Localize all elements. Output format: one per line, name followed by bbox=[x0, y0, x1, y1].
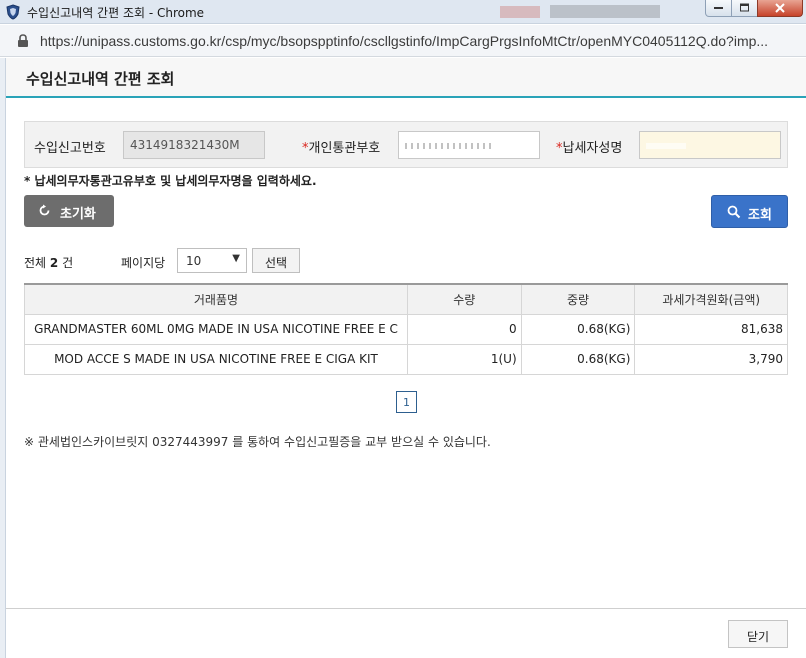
declaration-no-label: 수입신고번호 bbox=[34, 141, 106, 156]
popup-header: 수입신고내역 간편 조회 bbox=[6, 58, 806, 98]
cell-item-name: GRANDMASTER 60ML 0MG MADE IN USA NICOTIN… bbox=[24, 313, 408, 345]
reset-button-label: 초기화 bbox=[60, 207, 96, 222]
window-left-edge bbox=[0, 58, 6, 658]
cell-quantity: 0 bbox=[406, 313, 522, 345]
bottom-bar: 닫기 bbox=[6, 608, 806, 658]
url-text[interactable]: https://unipass.customs.go.kr/csp/myc/bs… bbox=[40, 33, 768, 49]
taxpayer-name-input[interactable] bbox=[639, 131, 781, 159]
search-button[interactable]: 조회 bbox=[711, 195, 788, 228]
footer-note: ※ 관세법인스카이브릿지 0327443997 를 통하여 수입신고필증을 교부… bbox=[24, 435, 491, 449]
search-button-label: 조회 bbox=[748, 208, 772, 223]
cell-item-name: MOD ACCE S MADE IN USA NICOTINE FREE E C… bbox=[24, 343, 408, 375]
apply-per-page-button[interactable]: 선택 bbox=[252, 248, 300, 273]
refresh-icon bbox=[39, 204, 50, 216]
column-header-weight: 중량 bbox=[520, 283, 636, 315]
cell-price: 81,638 bbox=[634, 313, 788, 345]
per-page-select[interactable]: 10 ▼ bbox=[177, 248, 247, 273]
cell-weight: 0.68(KG) bbox=[520, 313, 636, 345]
window-titlebar: 수입신고내역 간편 조회 - Chrome bbox=[0, 0, 806, 24]
per-page-value: 10 bbox=[186, 254, 202, 268]
maximize-button[interactable] bbox=[731, 0, 758, 17]
column-header-qty: 수량 bbox=[406, 283, 522, 315]
results-table: 거래품명 수량 중량 과세가격원화(금액) GRANDMASTER 60ML 0… bbox=[24, 283, 788, 375]
cell-weight: 0.68(KG) bbox=[520, 343, 636, 375]
chevron-down-icon: ▼ bbox=[232, 253, 240, 264]
window-title: 수입신고내역 간편 조회 - Chrome bbox=[27, 6, 205, 20]
customs-code-label: *개인통관부호 bbox=[302, 141, 381, 156]
lock-icon bbox=[17, 34, 29, 51]
background-watermark bbox=[490, 0, 690, 24]
close-window-button[interactable] bbox=[757, 0, 803, 17]
cell-quantity: 1(U) bbox=[406, 343, 522, 375]
page-title: 수입신고내역 간편 조회 bbox=[26, 70, 175, 88]
customs-code-input[interactable] bbox=[398, 131, 540, 159]
page-number-1[interactable]: 1 bbox=[396, 391, 417, 413]
total-number: 2 bbox=[49, 256, 59, 270]
search-panel: 수입신고번호 4314918321430M *개인통관부호 *납세자성명 bbox=[24, 121, 788, 168]
taxpayer-name-label: *납세자성명 bbox=[556, 141, 623, 156]
cell-price: 3,790 bbox=[634, 343, 788, 375]
table-row: GRANDMASTER 60ML 0MG MADE IN USA NICOTIN… bbox=[24, 313, 788, 345]
column-header-price: 과세가격원화(금액) bbox=[634, 283, 788, 315]
reset-button[interactable]: 초기화 bbox=[24, 195, 114, 227]
search-icon bbox=[727, 205, 741, 219]
minimize-button[interactable] bbox=[705, 0, 732, 17]
close-button[interactable]: 닫기 bbox=[728, 620, 788, 648]
table-row: MOD ACCE S MADE IN USA NICOTINE FREE E C… bbox=[24, 343, 788, 375]
address-bar[interactable]: https://unipass.customs.go.kr/csp/myc/bs… bbox=[0, 25, 806, 57]
input-notice: * 납세의무자통관고유부호 및 납세의무자명을 입력하세요. bbox=[24, 174, 317, 188]
per-page-label: 페이지당 bbox=[121, 256, 166, 270]
declaration-no-field: 4314918321430M bbox=[123, 131, 265, 159]
table-header-row: 거래품명 수량 중량 과세가격원화(금액) bbox=[24, 283, 788, 315]
total-count: 전체 2 건 bbox=[24, 256, 74, 270]
column-header-name: 거래품명 bbox=[24, 283, 408, 315]
shield-icon bbox=[6, 4, 20, 20]
